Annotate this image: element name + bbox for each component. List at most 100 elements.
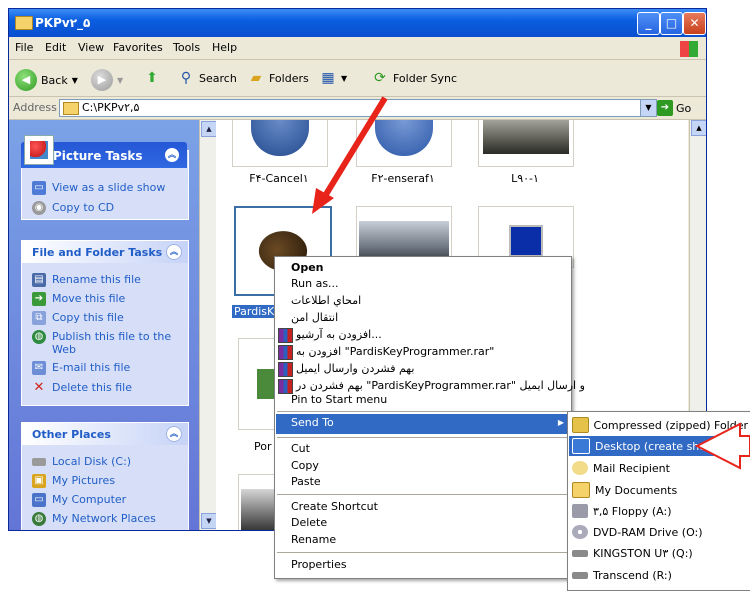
menu-item-cut[interactable]: Cut — [291, 441, 310, 457]
copy-to-cd-link[interactable]: ◉ Copy to CD — [32, 201, 182, 215]
menu-edit[interactable]: Edit — [45, 41, 66, 54]
close-button[interactable]: ✕ — [683, 12, 706, 35]
folders-button[interactable]: ▰ Folders — [247, 69, 309, 87]
search-button[interactable]: ⚲ Search — [177, 69, 237, 87]
thumbnail-f4-cancel[interactable] — [232, 120, 328, 167]
menu-item-compress-email[interactable]: بهم فشردن وارسال ايميل — [278, 361, 414, 377]
email-file-link[interactable]: ✉ E-mail this file — [32, 361, 182, 375]
my-pictures-link[interactable]: ▣ My Pictures — [32, 474, 182, 488]
chevron-down-icon[interactable]: ▼ — [640, 100, 656, 116]
menu-item-pin-start[interactable]: Pin to Start menu — [291, 392, 387, 408]
menu-item-secure-erase[interactable]: امحاي اطلاعات — [291, 293, 361, 309]
winrar-icon — [278, 361, 293, 377]
menu-item-secure-move[interactable]: انتقال امن — [291, 310, 338, 326]
scroll-up-icon[interactable]: ▲ — [201, 121, 217, 137]
task-pane-scrollbar[interactable]: ▲ ▼ — [199, 120, 217, 530]
thumbnail-l90[interactable] — [478, 120, 574, 167]
thumbnail-f2-enseraf[interactable] — [356, 120, 452, 167]
menu-help[interactable]: Help — [212, 41, 237, 54]
my-network-link[interactable]: ◍ My Network Places — [32, 512, 182, 526]
dvd-icon — [572, 525, 588, 539]
address-label: Address — [13, 101, 57, 114]
documents-folder-icon — [572, 482, 590, 498]
menu-item-create-shortcut[interactable]: Create Shortcut — [291, 499, 378, 515]
delete-file-link[interactable]: ✕ Delete this file — [32, 381, 182, 395]
menu-item-label: افزودن به "PardisKeyProgrammer.rar" — [296, 345, 495, 358]
back-label: Back — [41, 73, 68, 87]
hard-drive-icon — [32, 458, 46, 466]
computer-image — [509, 225, 543, 257]
back-button[interactable]: ◀ Back ▼ — [15, 69, 78, 91]
file-folder-tasks-header[interactable]: File and Folder Tasks ︽ — [22, 241, 188, 263]
file-name-f4-cancel[interactable]: F۴-Cancel۱ — [232, 172, 326, 185]
my-computer-link[interactable]: ▭ My Computer — [32, 493, 182, 507]
rename-file-label: Rename this file — [52, 273, 141, 286]
up-folder-button[interactable]: ⬆ — [143, 69, 161, 87]
sync-icon: ⟳ — [374, 70, 386, 86]
send-to-desktop[interactable]: Desktop (create shortcut) — [569, 436, 750, 456]
collapse-icon[interactable]: ︽ — [165, 148, 179, 162]
picture-icon — [25, 136, 53, 164]
send-to-zip[interactable]: Compressed (zipped) Folder — [572, 415, 748, 435]
menu-item-send-to[interactable]: Send To ▶ — [276, 414, 570, 434]
menu-item-add-to-rar[interactable]: افزودن به "PardisKeyProgrammer.rar" — [278, 344, 494, 360]
view-slideshow-link[interactable]: ▭ View as a slide show — [32, 181, 182, 195]
file-name-f2-enseraf[interactable]: F۲-enseraf۱ — [356, 172, 450, 185]
scroll-down-icon[interactable]: ▼ — [201, 513, 217, 529]
folders-icon: ▰ — [250, 70, 262, 86]
title-bar[interactable]: PKPv۲_۵ _ □ ✕ — [9, 9, 706, 37]
menu-item-paste[interactable]: Paste — [291, 474, 321, 490]
scroll-up-icon[interactable]: ▲ — [691, 120, 706, 136]
menu-item-add-archive[interactable]: افزودن به آرشيو... — [278, 327, 382, 343]
forward-button[interactable]: ▶ ▼ — [91, 69, 123, 91]
menu-item-copy[interactable]: Copy — [291, 458, 319, 474]
copy-file-link[interactable]: ⧉ Copy this file — [32, 311, 182, 325]
copy-file-label: Copy this file — [52, 311, 124, 324]
other-places-title: Other Places — [32, 428, 111, 441]
send-to-kingston[interactable]: KINGSTON U۳ (Q:) — [572, 543, 748, 563]
local-disk-link[interactable]: Local Disk (C:) — [32, 455, 182, 468]
menu-tools[interactable]: Tools — [173, 41, 200, 54]
folder-sync-button[interactable]: ⟳ Folder Sync — [371, 69, 457, 87]
menu-item-open[interactable]: Open — [291, 260, 324, 276]
search-label: Search — [199, 71, 237, 85]
menu-favorites[interactable]: Favorites — [113, 41, 163, 54]
publish-web-link[interactable]: ◍ Publish this file to the Web — [32, 330, 182, 356]
menu-view[interactable]: View — [78, 41, 104, 54]
my-computer-label: My Computer — [52, 493, 127, 506]
menu-separator — [277, 437, 569, 438]
menu-item-run-as[interactable]: Run as... — [291, 276, 339, 292]
menu-item-delete[interactable]: Delete — [291, 515, 327, 531]
collapse-icon[interactable]: ︽ — [166, 426, 182, 442]
file-name-l90[interactable]: L۹۰-۱ — [478, 172, 572, 185]
views-button[interactable]: ▦ ▼ — [319, 69, 347, 87]
folders-label: Folders — [269, 71, 309, 85]
go-button[interactable]: ➔ Go — [657, 100, 691, 116]
menu-file[interactable]: File — [15, 41, 33, 54]
thumbnail-image — [251, 120, 309, 156]
folder-sync-label: Folder Sync — [393, 71, 458, 85]
my-pictures-label: My Pictures — [52, 474, 116, 487]
minimize-button[interactable]: _ — [637, 12, 660, 35]
menu-item-rename[interactable]: Rename — [291, 532, 336, 548]
network-icon: ◍ — [32, 512, 46, 526]
send-to-my-documents[interactable]: My Documents — [572, 480, 748, 500]
picture-tasks-header[interactable]: Picture Tasks ︽ — [21, 136, 187, 168]
move-file-link[interactable]: ➔ Move this file — [32, 292, 182, 306]
copy-icon: ⧉ — [32, 311, 46, 325]
address-input[interactable]: C:\PKPv۲,۵ ▼ — [59, 99, 657, 117]
floppy-icon — [572, 504, 588, 518]
menu-item-properties[interactable]: Properties — [291, 557, 347, 573]
rename-file-link[interactable]: ▤ Rename this file — [32, 273, 182, 287]
other-places-header[interactable]: Other Places ︽ — [22, 423, 188, 445]
collapse-icon[interactable]: ︽ — [166, 244, 182, 260]
chevron-down-icon: ▼ — [341, 73, 348, 83]
send-to-transcend[interactable]: Transcend (R:) — [572, 565, 748, 585]
maximize-button[interactable]: □ — [660, 12, 683, 35]
forward-arrow-icon: ▶ — [91, 69, 113, 91]
send-to-mail[interactable]: Mail Recipient — [572, 458, 748, 478]
back-arrow-icon: ◀ — [15, 69, 37, 91]
send-to-floppy[interactable]: ۳,۵ Floppy (A:) — [572, 501, 748, 521]
submenu-arrow-icon: ▶ — [557, 418, 564, 427]
send-to-dvd[interactable]: DVD-RAM Drive (O:) — [572, 522, 748, 542]
